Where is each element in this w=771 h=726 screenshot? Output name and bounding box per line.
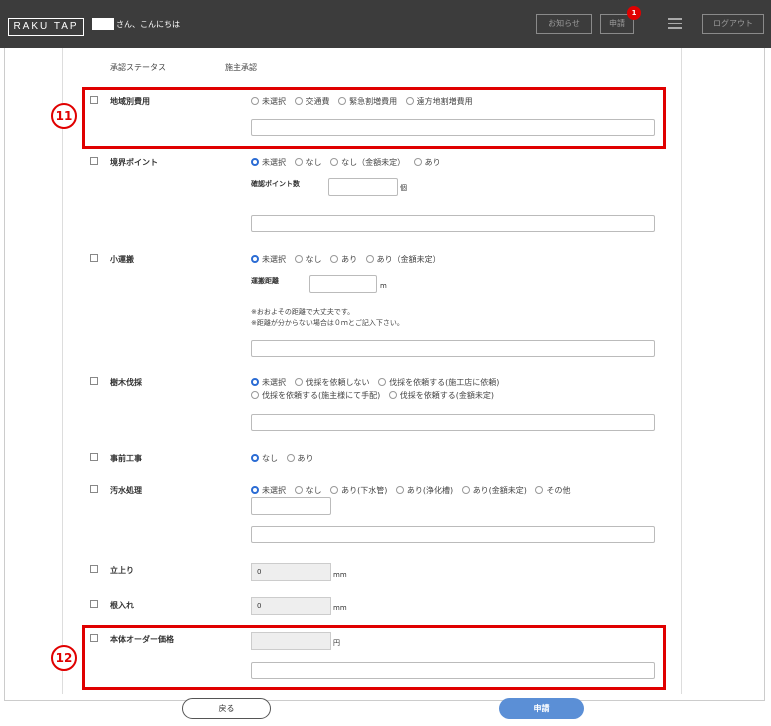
short-haul-distance-input[interactable] [309, 275, 377, 293]
page-border-right [764, 48, 765, 700]
boundary-label: 境界ポイント [110, 158, 158, 167]
radio-icon [330, 486, 339, 494]
sewage-text-input[interactable] [251, 526, 655, 543]
app-header: RAKU TAP さん、こんにちは お知らせ 申請 1 ログアウト [0, 0, 771, 48]
short-haul-radio-group: 未選択 なし あり あり（金額未定） [251, 254, 447, 265]
pre-work-label: 事前工事 [110, 454, 142, 463]
short-haul-note-1: ※おおよその距離で大丈夫です。 [251, 308, 355, 316]
boundary-opt-3[interactable]: あり [413, 158, 441, 167]
tree-label: 樹木伐採 [110, 378, 142, 387]
radio-icon [461, 486, 470, 494]
sewage-radio-group: 未選択 なし あり(下水管) あり(浄化槽) あり(金額未定) その他 [251, 485, 576, 496]
radio-icon [294, 378, 303, 386]
sewage-opt-3[interactable]: あり(浄化槽) [395, 486, 453, 495]
radio-icon [286, 454, 295, 462]
embed-unit: mm [333, 604, 347, 612]
short-haul-opt-2[interactable]: あり [330, 255, 357, 264]
sewage-opt-0[interactable]: 未選択 [251, 486, 286, 495]
rise-unit: mm [333, 571, 347, 579]
rise-input[interactable]: 0 [251, 563, 331, 581]
radio-icon [388, 391, 397, 399]
radio-selected-icon [251, 486, 259, 494]
radio-icon [365, 255, 374, 263]
radio-icon [330, 255, 339, 263]
embed-input[interactable]: 0 [251, 597, 331, 615]
boundary-radio-group: 未選択 なし なし（金額未定） あり [251, 157, 447, 168]
radio-icon [251, 391, 259, 399]
pre-work-checkbox[interactable] [90, 453, 98, 461]
tree-opt-0[interactable]: 未選択 [251, 378, 286, 387]
highlight-box-12 [82, 625, 666, 690]
rise-label: 立上り [110, 566, 134, 575]
tree-checkbox[interactable] [90, 377, 98, 385]
boundary-count-label: 確認ポイント数 [251, 180, 300, 188]
radio-icon [294, 158, 303, 166]
short-haul-opt-3[interactable]: あり（金額未定） [365, 255, 441, 264]
tree-opt-1[interactable]: 伐採を依頼しない [294, 378, 370, 387]
radio-icon [395, 486, 404, 494]
short-haul-label: 小運搬 [110, 255, 134, 264]
boundary-count-unit: 個 [400, 184, 407, 192]
radio-icon [294, 255, 303, 263]
radio-selected-icon [251, 378, 259, 386]
short-haul-text-input[interactable] [251, 340, 655, 357]
user-name-redacted [92, 18, 114, 30]
radio-icon [535, 486, 544, 494]
sewage-opt-5[interactable]: その他 [535, 486, 570, 495]
short-haul-note-2: ※距離が分からない場合は０ｍとご記入下さい。 [251, 319, 404, 327]
radio-icon [378, 378, 387, 386]
radio-selected-icon [251, 158, 259, 166]
highlight-box-11 [82, 87, 666, 149]
pre-work-opt-1[interactable]: あり [286, 454, 314, 463]
boundary-opt-1[interactable]: なし [294, 158, 322, 167]
back-button[interactable]: 戻る [182, 698, 271, 719]
logout-button[interactable]: ログアウト [702, 14, 764, 34]
footer-divider [4, 700, 765, 701]
rise-checkbox[interactable] [90, 565, 98, 573]
sewage-checkbox[interactable] [90, 485, 98, 493]
boundary-count-input[interactable] [328, 178, 398, 196]
short-haul-opt-0[interactable]: 未選択 [251, 255, 286, 264]
sewage-opt-1[interactable]: なし [294, 486, 322, 495]
tree-opt-4[interactable]: 伐採を依頼する(金額未定) [388, 391, 494, 400]
status-label: 承認ステータス [110, 63, 166, 72]
annotation-number-11: 11 [51, 103, 77, 129]
annotation-number-12: 12 [51, 645, 77, 671]
page-border-left [4, 48, 5, 700]
tree-radio-group-row1: 未選択 伐採を依頼しない 伐採を依頼する(施工店に依頼) [251, 377, 505, 388]
boundary-text-input[interactable] [251, 215, 655, 232]
sewage-opt-4[interactable]: あり(金額未定) [461, 486, 527, 495]
notification-badge: 1 [627, 6, 641, 20]
boundary-opt-2[interactable]: なし（金額未定） [330, 158, 405, 167]
notice-button[interactable]: お知らせ [536, 14, 592, 34]
hamburger-menu-icon[interactable] [668, 18, 682, 29]
short-haul-opt-1[interactable]: なし [294, 255, 322, 264]
tree-radio-group-row2: 伐採を依頼する(施主様にて手配) 伐採を依頼する(金額未定) [251, 390, 500, 401]
tree-text-input[interactable] [251, 414, 655, 431]
greeting-text: さん、こんにちは [116, 20, 180, 29]
radio-icon [294, 486, 303, 494]
pre-work-opt-0[interactable]: なし [251, 454, 278, 463]
submit-button[interactable]: 申請 [499, 698, 584, 719]
radio-selected-icon [251, 255, 259, 263]
boundary-opt-0[interactable]: 未選択 [251, 158, 286, 167]
short-haul-distance-unit: m [380, 282, 387, 290]
embed-label: 根入れ [110, 601, 134, 610]
radio-icon [413, 158, 422, 166]
short-haul-distance-label: 運搬距離 [251, 277, 279, 285]
embed-checkbox[interactable] [90, 600, 98, 608]
status-value: 施主承認 [225, 63, 257, 72]
radio-selected-icon [251, 454, 259, 462]
tree-opt-3[interactable]: 伐採を依頼する(施主様にて手配) [251, 391, 380, 400]
radio-icon [330, 158, 339, 166]
raku-tap-logo[interactable]: RAKU TAP [8, 18, 84, 36]
tree-opt-2[interactable]: 伐採を依頼する(施工店に依頼) [378, 378, 499, 387]
short-haul-checkbox[interactable] [90, 254, 98, 262]
boundary-checkbox[interactable] [90, 157, 98, 165]
sewage-label: 汚水処理 [110, 486, 142, 495]
sewage-opt-2[interactable]: あり(下水管) [330, 486, 387, 495]
pre-work-radio-group: なし あり [251, 453, 320, 464]
sewage-other-input[interactable] [251, 497, 331, 515]
